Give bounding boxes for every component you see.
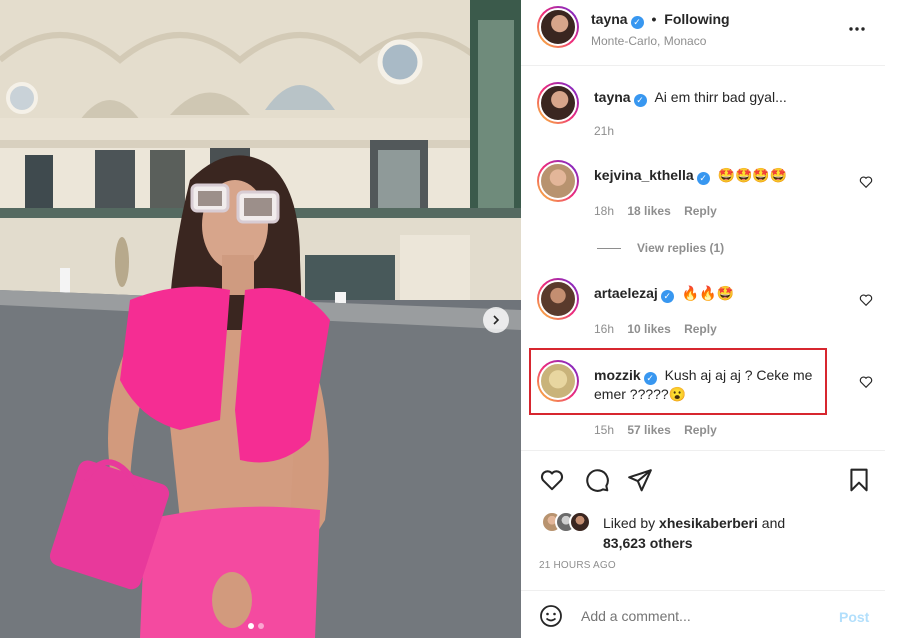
comment-avatar[interactable]	[537, 360, 579, 402]
verified-icon: ✓	[660, 290, 674, 303]
comment-reply-button[interactable]: Reply	[684, 204, 717, 218]
post-location[interactable]: Monte-Carlo, Monaco	[591, 34, 706, 48]
comment-likes[interactable]: 18 likes	[627, 204, 670, 218]
caption-time: 21h	[594, 124, 615, 138]
comment-likes[interactable]: 10 likes	[627, 322, 670, 336]
post-comment-button[interactable]: Post	[839, 609, 869, 625]
comment-avatar[interactable]	[537, 160, 579, 202]
carousel-dot-active	[248, 623, 254, 629]
share-icon[interactable]	[627, 467, 653, 493]
author-username[interactable]: tayna	[591, 11, 628, 27]
comment-item: mozzik ✓ Kush aj aj aj ? Ceke me emer ???…	[521, 358, 885, 448]
post-actions: Liked by xhesikaberberi and 83,623 other…	[521, 450, 885, 600]
post-photo[interactable]	[0, 0, 521, 638]
caption-text: Ai em thirr bad gyal...	[654, 89, 787, 105]
comment-like-icon[interactable]	[859, 175, 873, 189]
comment-username[interactable]: kejvina_kthella	[594, 167, 694, 183]
separator-dot: •	[651, 11, 657, 27]
comment-input[interactable]	[581, 603, 811, 629]
comment-time: 18h	[594, 204, 615, 218]
bookmark-icon[interactable]	[846, 467, 872, 493]
view-replies-button[interactable]: View replies (1)	[597, 241, 724, 255]
comment-like-icon[interactable]	[859, 293, 873, 307]
photo-illustration	[0, 0, 521, 638]
liked-by-avatars[interactable]	[541, 511, 597, 533]
caption-avatar[interactable]	[537, 82, 579, 124]
comment-avatar[interactable]	[537, 278, 579, 320]
post-caption: tayna ✓ Ai em thirr bad gyal... 21h	[521, 78, 885, 148]
liked-by-joiner: and	[761, 515, 786, 531]
comment-item: kejvina_kthella ✓ 🤩🤩🤩🤩 18h 18 likes Reply…	[521, 158, 885, 258]
more-icon	[849, 27, 865, 31]
comment-time: 16h	[594, 322, 615, 336]
comment-text: 🔥🔥🤩	[681, 285, 735, 301]
verified-icon: ✓	[643, 372, 657, 385]
comment-item: artaelezaj ✓ 🔥🔥🤩 16h 10 likes Reply	[521, 276, 885, 346]
caption-username[interactable]: tayna	[594, 89, 631, 105]
following-button[interactable]: Following	[664, 11, 729, 27]
heart-icon[interactable]	[539, 467, 565, 493]
next-photo-button[interactable]	[483, 307, 509, 333]
carousel-dot	[258, 623, 264, 629]
liked-by-text: Liked by xhesikaberberi and 83,623 other…	[603, 513, 873, 553]
comment-reply-button[interactable]: Reply	[684, 322, 717, 336]
comment-likes[interactable]: 57 likes	[627, 423, 670, 437]
comment-like-icon[interactable]	[859, 375, 873, 389]
likes-count[interactable]: 83,623 others	[603, 535, 693, 551]
verified-icon: ✓	[696, 172, 710, 185]
carousel-dots	[248, 623, 264, 629]
comment-username[interactable]: mozzik	[594, 367, 641, 383]
view-replies-label: View replies (1)	[637, 241, 725, 255]
liked-by-prefix: Liked by	[603, 515, 656, 531]
emoji-icon[interactable]	[539, 604, 563, 628]
more-options-button[interactable]	[847, 20, 867, 36]
add-comment-bar: Post	[521, 590, 885, 638]
post-timestamp[interactable]: 21 HOURS AGO	[539, 560, 616, 571]
comment-username[interactable]: artaelezaj	[594, 285, 658, 301]
author-avatar[interactable]	[537, 6, 579, 48]
replies-line	[597, 247, 621, 249]
liked-by-user[interactable]: xhesikaberberi	[659, 515, 758, 531]
comment-reply-button[interactable]: Reply	[684, 423, 717, 437]
scrollbar[interactable]	[885, 0, 900, 638]
comment-time: 15h	[594, 423, 615, 437]
comment-icon[interactable]	[584, 467, 610, 493]
next-arrow-icon	[493, 315, 500, 325]
comment-text: 🤩🤩🤩🤩	[717, 167, 788, 183]
verified-icon: ✓	[630, 16, 644, 29]
post-header: tayna ✓ • Following Monte-Carlo, Monaco	[521, 0, 885, 66]
verified-icon: ✓	[633, 94, 647, 107]
post-side-panel: tayna ✓ • Following Monte-Carlo, Monaco t…	[521, 0, 900, 638]
